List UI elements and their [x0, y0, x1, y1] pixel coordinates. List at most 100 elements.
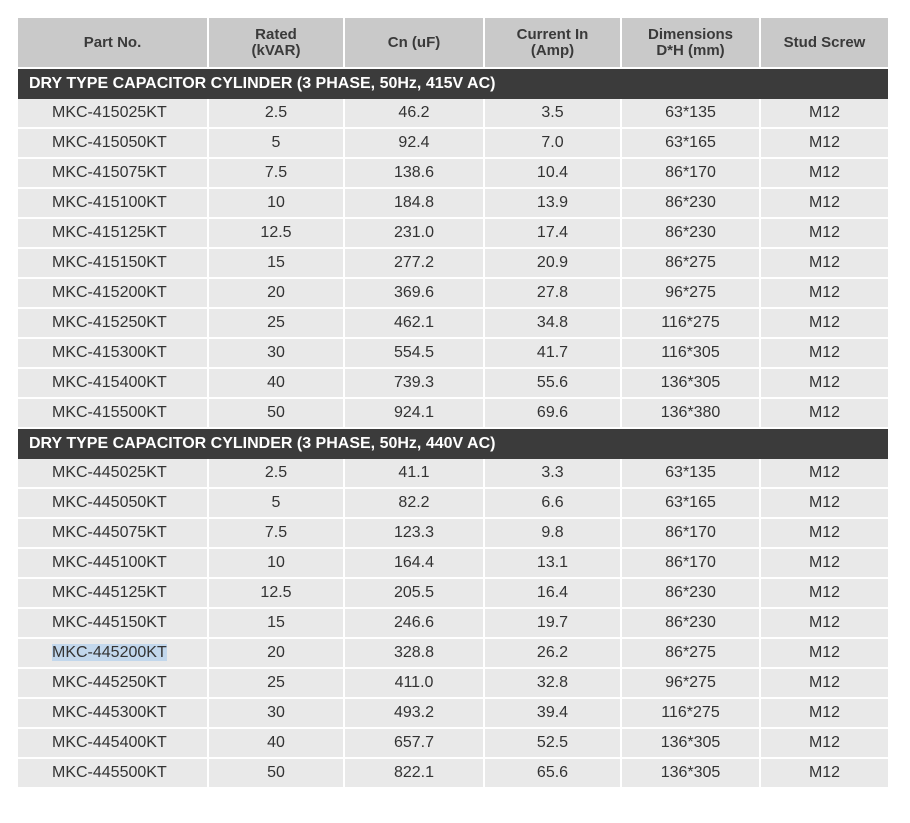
cell-part-no: MKC-415250KT — [18, 308, 209, 339]
spec-table-container: Part No. Rated (kVAR) Cn (uF) Current In(… — [18, 18, 888, 789]
cell-text: 86*170 — [665, 524, 716, 541]
cell-text: M12 — [808, 104, 841, 121]
cell-rated-kvar: 5 — [208, 128, 345, 159]
cell-text: 41.7 — [536, 344, 569, 361]
header-rated-kvar: Rated (kVAR) — [208, 18, 345, 69]
cell-text: 15 — [267, 254, 285, 271]
cell-text: 39.4 — [536, 704, 569, 721]
cell-stud-screw: M12 — [760, 338, 888, 369]
cell-text: 86*170 — [665, 554, 716, 571]
table-row: MKC-415200KT 20 369.6 27.8 96*275 M12 — [18, 278, 888, 309]
cell-stud-screw: M12 — [760, 128, 888, 159]
cell-stud-screw: M12 — [760, 158, 888, 189]
cell-text: M12 — [808, 554, 841, 571]
cell-cn-uf: 328.8 — [344, 638, 485, 669]
cell-text: 116*275 — [661, 704, 720, 721]
cell-cn-uf: 231.0 — [344, 218, 485, 249]
cell-rated-kvar: 15 — [208, 608, 345, 639]
cell-text: 5 — [271, 134, 281, 151]
cell-text: 462.1 — [393, 314, 435, 331]
header-cn-uf: Cn (uF) — [344, 18, 485, 69]
cell-rated-kvar: 7.5 — [208, 518, 345, 549]
table-row: MKC-415300KT 30 554.5 41.7 116*305 M12 — [18, 338, 888, 369]
cell-cn-uf: 205.5 — [344, 578, 485, 609]
cell-text: MKC-445150KT — [52, 614, 167, 631]
cell-rated-kvar: 2.5 — [208, 459, 345, 489]
cell-dimensions: 86*170 — [621, 548, 761, 579]
cell-cn-uf: 493.2 — [344, 698, 485, 729]
cell-rated-kvar: 50 — [208, 758, 345, 789]
table-row: MKC-445050KT 5 82.2 6.6 63*165 M12 — [18, 488, 888, 519]
cell-text: M12 — [808, 524, 841, 541]
header-dimensions: Dimensions D*H (mm) — [621, 18, 761, 69]
cell-text: M12 — [808, 734, 841, 751]
cell-text: M12 — [808, 584, 841, 601]
cell-part-no: MKC-415025KT — [18, 99, 209, 129]
cell-current-in: 65.6 — [484, 758, 622, 789]
cell-text: 17.4 — [536, 224, 569, 241]
cell-current-in: 39.4 — [484, 698, 622, 729]
cell-current-in: 55.6 — [484, 368, 622, 399]
cell-rated-kvar: 10 — [208, 188, 345, 219]
cell-current-in: 6.6 — [484, 488, 622, 519]
cell-dimensions: 116*275 — [621, 308, 761, 339]
cell-part-no: MKC-445500KT — [18, 758, 209, 789]
cell-stud-screw: M12 — [760, 459, 888, 489]
cell-cn-uf: 411.0 — [344, 668, 485, 699]
cell-dimensions: 63*135 — [621, 99, 761, 129]
cell-text: 2.5 — [264, 464, 288, 481]
cell-current-in: 19.7 — [484, 608, 622, 639]
cell-current-in: 7.0 — [484, 128, 622, 159]
cell-text: 86*230 — [665, 194, 716, 211]
cell-text: MKC-445400KT — [52, 734, 167, 751]
cell-text: 5 — [271, 494, 281, 511]
cell-text: 184.8 — [393, 194, 435, 211]
cell-rated-kvar: 40 — [208, 728, 345, 759]
cell-text: M12 — [808, 314, 841, 331]
cell-current-in: 52.5 — [484, 728, 622, 759]
cell-text: 10 — [267, 194, 285, 211]
cell-stud-screw: M12 — [760, 518, 888, 549]
cell-stud-screw: M12 — [760, 248, 888, 279]
cell-part-no: MKC-415300KT — [18, 338, 209, 369]
cell-dimensions: 96*275 — [621, 278, 761, 309]
table-row: MKC-415400KT 40 739.3 55.6 136*305 M12 — [18, 368, 888, 399]
header-stud-screw: Stud Screw — [760, 18, 888, 69]
cell-rated-kvar: 12.5 — [208, 218, 345, 249]
cell-stud-screw: M12 — [760, 758, 888, 789]
cell-cn-uf: 123.3 — [344, 518, 485, 549]
cell-rated-kvar: 5 — [208, 488, 345, 519]
cell-dimensions: 96*275 — [621, 668, 761, 699]
cell-rated-kvar: 30 — [208, 338, 345, 369]
table-row: MKC-415500KT 50 924.1 69.6 136*380 M12 — [18, 398, 888, 429]
cell-cn-uf: 184.8 — [344, 188, 485, 219]
cell-dimensions: 86*170 — [621, 158, 761, 189]
cell-part-no: MKC-445150KT — [18, 608, 209, 639]
cell-rated-kvar: 25 — [208, 668, 345, 699]
cell-text: 554.5 — [393, 344, 435, 361]
cell-dimensions: 86*170 — [621, 518, 761, 549]
cell-text: MKC-415025KT — [52, 104, 167, 121]
cell-text: M12 — [808, 344, 841, 361]
cell-text: 136*305 — [660, 374, 721, 391]
cell-text: 411.0 — [394, 674, 434, 691]
cell-rated-kvar: 2.5 — [208, 99, 345, 129]
cell-part-no: MKC-445100KT — [18, 548, 209, 579]
cell-cn-uf: 554.5 — [344, 338, 485, 369]
cell-dimensions: 136*305 — [621, 758, 761, 789]
cell-stud-screw: M12 — [760, 188, 888, 219]
cell-cn-uf: 82.2 — [344, 488, 485, 519]
cell-text: M12 — [808, 404, 841, 421]
cell-rated-kvar: 20 — [208, 638, 345, 669]
cell-text: 63*135 — [665, 104, 716, 121]
cell-part-no: MKC-445050KT — [18, 488, 209, 519]
cell-text: MKC-415075KT — [52, 164, 167, 181]
table-row: MKC-445400KT 40 657.7 52.5 136*305 M12 — [18, 728, 888, 759]
cell-part-no: MKC-415500KT — [18, 398, 209, 429]
cell-current-in: 3.3 — [484, 459, 622, 489]
cell-text: 277.2 — [393, 254, 435, 271]
cell-stud-screw: M12 — [760, 488, 888, 519]
capacitor-spec-table: Part No. Rated (kVAR) Cn (uF) Current In(… — [18, 18, 888, 789]
cell-text: 116*305 — [661, 344, 720, 361]
cell-rated-kvar: 10 — [208, 548, 345, 579]
